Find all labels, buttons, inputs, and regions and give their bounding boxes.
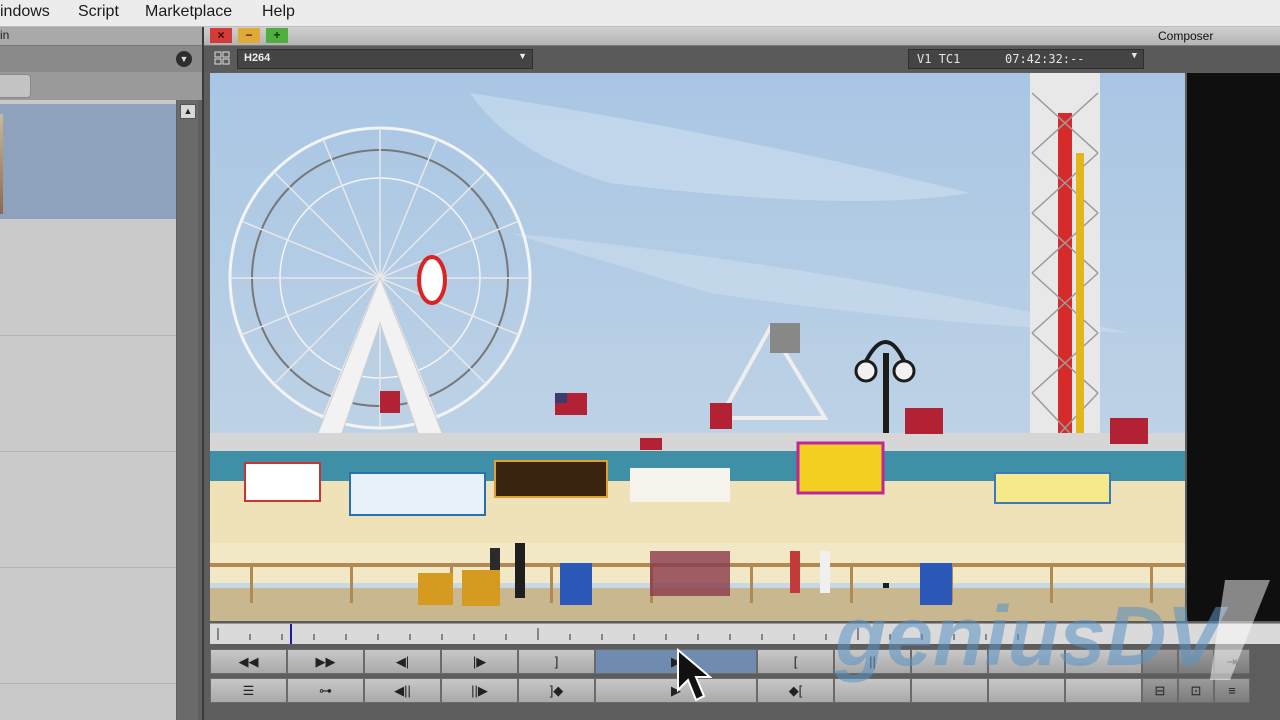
bin-tab[interactable]: [0, 74, 31, 98]
bin-row[interactable]: [0, 336, 176, 452]
bin-row[interactable]: [0, 568, 176, 684]
maximize-icon[interactable]: +: [266, 28, 288, 43]
mark-in-icon: [: [793, 654, 798, 669]
step-back-button[interactable]: ◀|: [364, 649, 441, 674]
chevron-down-icon: ▼: [1131, 51, 1137, 61]
menu-help[interactable]: Help: [262, 3, 295, 21]
go-to-out-button[interactable]: ]◆: [518, 678, 595, 703]
step-forward-button[interactable]: |▶: [441, 649, 518, 674]
menu-marketplace[interactable]: Marketplace: [145, 3, 232, 21]
bin-toolbar: ▼: [0, 46, 202, 72]
rewind-icon: ◀◀: [238, 654, 259, 669]
mark-out-button[interactable]: ]: [518, 649, 595, 674]
composer-title: Composer: [1158, 29, 1214, 43]
step-back-icon: ◀|: [395, 654, 410, 669]
bin-row[interactable]: [0, 452, 176, 568]
list-button[interactable]: ☰: [210, 678, 287, 703]
bin-window: Bin ▼ ▲: [0, 27, 202, 720]
mark-out-icon: ]: [554, 654, 559, 669]
menu-bar: indows Script Marketplace Help: [0, 0, 1280, 27]
bin-tab-strip: [0, 72, 202, 100]
mouse-cursor-icon: [677, 648, 712, 702]
step-forward-frame-button[interactable]: ||▶: [441, 678, 518, 703]
clip-name: H264: [244, 52, 271, 64]
bin-title-bar[interactable]: Bin: [0, 27, 202, 46]
chevron-down-icon: ▼: [518, 51, 527, 61]
bin-clip-list: [0, 100, 176, 720]
watermark-text: geniusDV: [834, 589, 1228, 683]
link-button[interactable]: ⊶: [287, 678, 364, 703]
minimize-icon[interactable]: −: [238, 28, 260, 43]
geniusdv-watermark: geniusDV: [834, 580, 1270, 683]
step-back-frame-icon: ◀||: [394, 683, 411, 698]
fast-forward-button[interactable]: ▶▶: [287, 649, 364, 674]
menu-script[interactable]: Script: [78, 3, 119, 21]
go-to-in-icon: ◆[: [788, 683, 803, 698]
track-label: V1 TC1: [917, 52, 961, 66]
bin-row[interactable]: [0, 220, 176, 336]
step-forward-icon: |▶: [472, 654, 487, 669]
step-forward-frame-icon: ||▶: [471, 683, 488, 698]
drop-tower: [1030, 73, 1100, 468]
mark-in-button[interactable]: [: [757, 649, 834, 674]
video-frame: [210, 73, 1185, 621]
go-to-out-icon: ]◆: [549, 683, 564, 698]
up-arrow-icon[interactable]: ▲: [180, 104, 196, 119]
go-to-in-button[interactable]: ◆[: [757, 678, 834, 703]
list-icon: ☰: [242, 683, 255, 698]
clip-name-menu[interactable]: H264 ▼: [237, 49, 533, 69]
link-icon: ⊶: [319, 683, 332, 698]
bin-clip-selected[interactable]: [0, 104, 176, 219]
chevron-down-icon[interactable]: ▼: [176, 51, 192, 67]
viewer-black-panel: [1187, 73, 1280, 621]
position-indicator[interactable]: [290, 624, 292, 644]
grid-icon[interactable]: [214, 51, 230, 65]
bin-title: Bin: [0, 28, 10, 42]
rewind-button[interactable]: ◀◀: [210, 649, 287, 674]
composer-title-bar[interactable]: × − + Composer: [204, 27, 1280, 46]
fast-forward-icon: ▶▶: [315, 654, 336, 669]
bin-scrollbar[interactable]: ▲: [177, 100, 198, 720]
video-viewer[interactable]: [210, 73, 1185, 621]
menu-windows[interactable]: indows: [0, 3, 50, 21]
timecode-display[interactable]: V1 TC1 07:42:32:-- ▼: [908, 49, 1144, 69]
composer-toolbar: H264 ▼ V1 TC1 07:42:32:-- ▼: [204, 46, 1280, 72]
clip-thumbnail: [0, 114, 3, 214]
step-back-frame-button[interactable]: ◀||: [364, 678, 441, 703]
timecode-value: 07:42:32:--: [1005, 52, 1085, 66]
close-icon[interactable]: ×: [210, 28, 232, 43]
